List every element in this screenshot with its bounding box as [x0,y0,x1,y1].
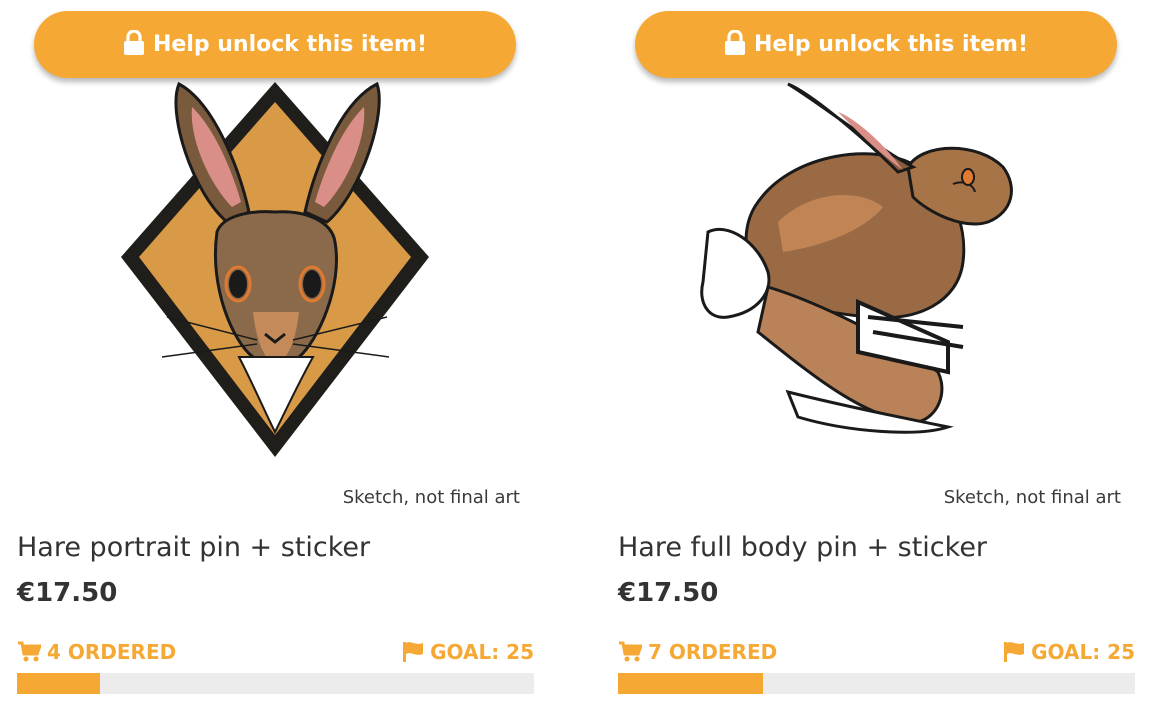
goal-count: GOAL: 25 [1003,640,1135,664]
order-progress-fill [618,673,763,694]
product-title[interactable]: Hare portrait pin + sticker [17,532,370,563]
ordered-count: 4 ORDERED [17,640,176,664]
cart-icon [18,641,41,662]
order-stats: 4 ORDERED GOAL: 25 [17,638,534,666]
product-card: Help unlock this item! Sketch, not final… [17,0,534,701]
order-progress-bar [17,673,534,694]
help-unlock-label: Help unlock this item! [152,32,427,57]
flag-icon [1004,642,1025,662]
lock-icon [123,30,144,55]
goal-count: GOAL: 25 [402,640,534,664]
sketch-note: Sketch, not final art [943,487,1121,508]
help-unlock-button[interactable]: Help unlock this item! [34,11,516,78]
order-progress-bar [618,673,1135,694]
goal-label: GOAL: 25 [1031,640,1135,664]
lock-icon [724,30,745,55]
order-progress-fill [17,673,100,694]
hare-full-body-image[interactable] [618,72,1135,517]
ordered-count: 7 ORDERED [618,640,777,664]
sketch-note: Sketch, not final art [342,487,520,508]
product-price: €17.50 [618,578,719,608]
goal-label: GOAL: 25 [430,640,534,664]
hare-portrait-image[interactable] [17,72,534,517]
order-stats: 7 ORDERED GOAL: 25 [618,638,1135,666]
flag-icon [403,642,424,662]
ordered-label: 4 ORDERED [47,640,177,664]
product-title[interactable]: Hare full body pin + sticker [618,532,987,563]
product-card: Help unlock this item! Sketch, not final… [618,0,1135,701]
product-price: €17.50 [17,578,118,608]
ordered-label: 7 ORDERED [648,640,778,664]
cart-icon [619,641,642,662]
help-unlock-label: Help unlock this item! [753,32,1028,57]
help-unlock-button[interactable]: Help unlock this item! [635,11,1117,78]
